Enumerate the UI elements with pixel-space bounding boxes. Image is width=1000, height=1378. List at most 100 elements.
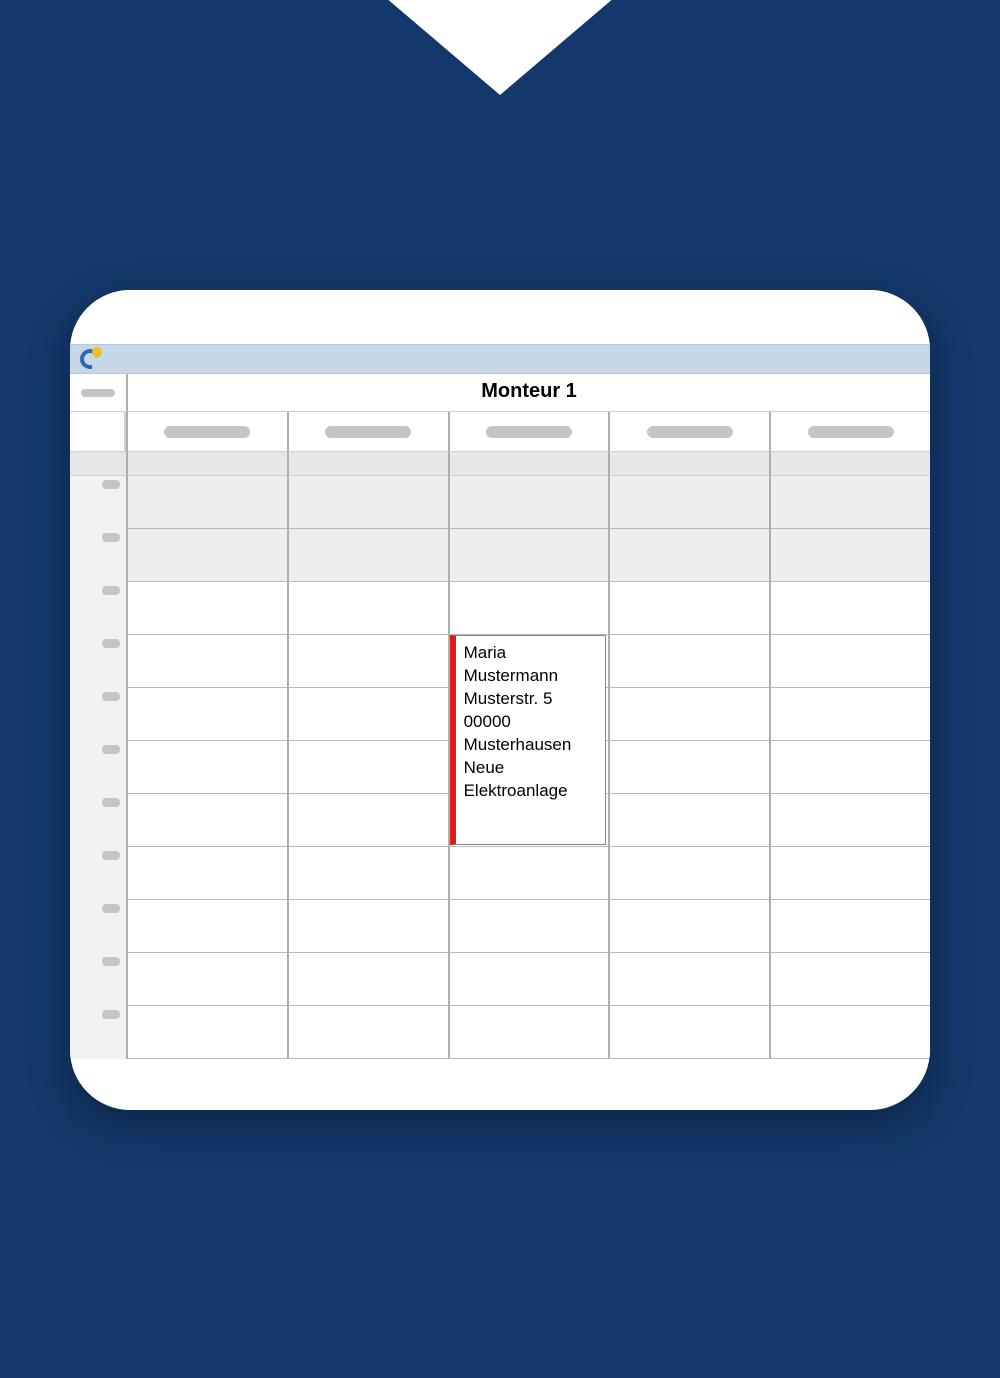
toolbar [70, 344, 930, 374]
time-slot-cell[interactable] [769, 476, 930, 529]
placeholder-pill [102, 904, 120, 913]
day-header-row [70, 412, 930, 452]
time-slot-cell[interactable] [769, 900, 930, 953]
time-slot-cell[interactable] [608, 900, 769, 953]
placeholder-pill [102, 1010, 120, 1019]
time-slot-cell[interactable] [287, 847, 448, 900]
placeholder-pill [102, 480, 120, 489]
app-logo-icon [80, 349, 100, 369]
time-slot-cell[interactable] [287, 529, 448, 582]
placeholder-pill [102, 639, 120, 648]
time-slot-cell[interactable] [448, 953, 609, 1006]
allday-cell[interactable] [608, 452, 769, 476]
day-column-header[interactable] [448, 412, 609, 452]
time-slot-cell[interactable] [126, 794, 287, 847]
time-slot-cell[interactable] [287, 635, 448, 688]
time-slot-cell[interactable] [287, 900, 448, 953]
time-slot-label [70, 635, 126, 688]
placeholder-pill [164, 426, 250, 438]
time-slot-cell[interactable] [287, 476, 448, 529]
placeholder-pill [325, 426, 411, 438]
placeholder-pill [102, 957, 120, 966]
time-slot-label [70, 794, 126, 847]
time-slot-cell[interactable] [126, 476, 287, 529]
time-slot-cell[interactable] [448, 476, 609, 529]
time-slot-cell[interactable] [769, 847, 930, 900]
time-slot-label [70, 741, 126, 794]
day-column-header[interactable] [126, 412, 287, 452]
resource-title[interactable]: Monteur 1 [126, 374, 930, 412]
time-slot-cell[interactable] [126, 741, 287, 794]
time-slot-cell[interactable] [608, 953, 769, 1006]
time-slot-cell[interactable] [287, 582, 448, 635]
time-slot-cell[interactable] [608, 529, 769, 582]
event-text-line: Maria [464, 642, 602, 665]
time-slot-label [70, 582, 126, 635]
time-slot-cell[interactable] [126, 582, 287, 635]
placeholder-pill [486, 426, 572, 438]
event-text-line: Musterstr. 5 [464, 688, 602, 711]
placeholder-pill [102, 798, 120, 807]
time-slot-cell[interactable] [287, 794, 448, 847]
time-slot-cell[interactable] [287, 688, 448, 741]
allday-cell[interactable] [287, 452, 448, 476]
time-slot-cell[interactable] [769, 688, 930, 741]
time-slot-cell[interactable] [287, 741, 448, 794]
placeholder-pill [102, 533, 120, 542]
time-slot-cell[interactable] [126, 953, 287, 1006]
event-text-line: 00000 [464, 711, 602, 734]
time-slot-cell[interactable] [608, 794, 769, 847]
chevron-down-icon [365, 0, 635, 95]
time-slot-cell[interactable] [448, 1006, 609, 1059]
placeholder-pill [102, 692, 120, 701]
time-slot-cell[interactable] [126, 847, 287, 900]
schedule: Monteur 1 MariaMustermannMusterstr. 5000… [70, 374, 930, 1059]
time-slot-cell[interactable] [608, 635, 769, 688]
resource-header-row: Monteur 1 [70, 374, 930, 412]
time-slot-cell[interactable] [769, 582, 930, 635]
time-slot-label [70, 688, 126, 741]
time-slot-cell[interactable] [608, 847, 769, 900]
time-slot-cell[interactable] [769, 794, 930, 847]
time-slot-label [70, 953, 126, 1006]
time-slot-cell[interactable] [126, 900, 287, 953]
time-slot-cell[interactable] [608, 688, 769, 741]
time-column-spacer [70, 412, 126, 452]
event-text-line: Musterhausen [464, 734, 602, 757]
time-slot-label [70, 847, 126, 900]
time-slot-label [70, 900, 126, 953]
time-slot-cell[interactable] [608, 741, 769, 794]
event-text-line: Neue [464, 757, 602, 780]
schedule-body: MariaMustermannMusterstr. 500000Musterha… [70, 476, 930, 1059]
time-slot-cell[interactable] [287, 1006, 448, 1059]
time-slot-cell[interactable] [608, 1006, 769, 1059]
time-slot-cell[interactable] [769, 529, 930, 582]
time-slot-cell[interactable] [769, 741, 930, 794]
allday-cell[interactable] [448, 452, 609, 476]
time-slot-cell[interactable] [608, 582, 769, 635]
day-column-header[interactable] [287, 412, 448, 452]
allday-cell[interactable] [126, 452, 287, 476]
appointment-event[interactable]: MariaMustermannMusterstr. 500000Musterha… [450, 635, 607, 845]
day-column-header[interactable] [608, 412, 769, 452]
time-slot-cell[interactable] [287, 953, 448, 1006]
time-slot-cell[interactable] [769, 1006, 930, 1059]
allday-row [70, 452, 930, 476]
allday-cell[interactable] [769, 452, 930, 476]
time-column-header [70, 374, 126, 412]
time-slot-cell[interactable] [769, 635, 930, 688]
event-text-line: Elektroanlage [464, 780, 602, 803]
time-slot-cell[interactable] [448, 529, 609, 582]
time-slot-cell[interactable] [126, 635, 287, 688]
time-slot-label [70, 1006, 126, 1059]
time-slot-cell[interactable] [448, 900, 609, 953]
time-slot-cell[interactable] [769, 953, 930, 1006]
day-column-header[interactable] [769, 412, 930, 452]
time-slot-cell[interactable] [126, 1006, 287, 1059]
time-slot-cell[interactable] [448, 582, 609, 635]
time-slot-cell[interactable] [448, 847, 609, 900]
time-slot-cell[interactable] [608, 476, 769, 529]
time-slot-label [70, 529, 126, 582]
time-slot-cell[interactable] [126, 688, 287, 741]
time-slot-cell[interactable] [126, 529, 287, 582]
